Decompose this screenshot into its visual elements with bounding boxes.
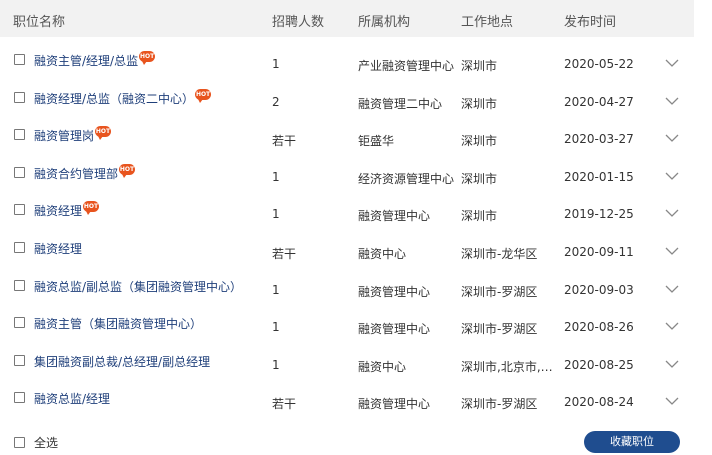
- job-date: 2020-08-26: [564, 320, 634, 335]
- job-count: 1: [272, 57, 280, 71]
- job-location: 深圳市: [461, 209, 498, 224]
- row-checkbox[interactable]: [14, 279, 25, 291]
- save-jobs-button[interactable]: 收藏职位: [584, 431, 680, 453]
- row-checkbox[interactable]: [14, 166, 25, 178]
- job-date: 2020-08-24: [564, 395, 634, 410]
- job-title-link[interactable]: 融资合约管理部 HOT: [34, 163, 136, 182]
- job-date: 2020-09-03: [564, 282, 634, 297]
- job-title-link[interactable]: 融资主管/经理/总监 HOT: [34, 51, 156, 69]
- header-count: 招聘人数: [272, 15, 325, 30]
- header-title: 职位名称: [13, 15, 66, 30]
- job-count: 若干: [272, 134, 297, 149]
- job-date: 2020-04-27: [564, 94, 634, 109]
- job-org: 经济资源管理中心: [358, 171, 455, 186]
- hot-badge: HOT: [139, 51, 156, 65]
- row-checkbox[interactable]: [14, 204, 25, 216]
- job-title-link[interactable]: 集团融资副总裁/总经理/副总经理: [34, 353, 210, 370]
- job-count: 1: [272, 207, 280, 222]
- job-count: 1: [272, 357, 280, 372]
- job-org: 融资中心: [358, 247, 407, 261]
- table-row: 集团融资副总裁/总经理/副总经理 1 融资中心 深圳市,北京市,上... 2020-08…: [0, 345, 694, 383]
- job-title-link[interactable]: 融资管理岗 HOT: [34, 126, 112, 144]
- job-location: 深圳市-罗湖区: [461, 322, 538, 337]
- table-header: 职位名称 招聘人数 所属机构 工作地点 发布时间: [0, 0, 694, 37]
- table-row: 融资主管（集团融资管理中心） 1 融资管理中心 深圳市-罗湖区 2020-08-26: [0, 307, 694, 345]
- job-date: 2020-01-15: [564, 169, 634, 184]
- job-count: 1: [272, 169, 280, 184]
- job-location: 深圳市-罗湖区: [461, 397, 538, 412]
- hot-badge: HOT: [83, 201, 100, 216]
- hot-badge: HOT: [119, 163, 136, 178]
- job-org: 钜盛华: [358, 134, 395, 149]
- row-checkbox[interactable]: [14, 91, 25, 103]
- job-org: 融资管理中心: [358, 397, 431, 412]
- chevron-down-icon[interactable]: [665, 396, 679, 406]
- header-org: 所属机构: [358, 15, 411, 30]
- table-row: 融资经理 若干 融资中心 深圳市-龙华区 2020-09-11: [0, 232, 694, 270]
- job-location: 深圳市: [461, 171, 498, 186]
- job-count: 若干: [272, 247, 297, 261]
- job-title-link[interactable]: 融资总监/经理: [34, 390, 110, 407]
- table-row: 融资总监/副总监（集团融资管理中心） 1 融资管理中心 深圳市-罗湖区 2020-09-…: [0, 270, 694, 308]
- row-checkbox[interactable]: [14, 242, 25, 253]
- job-title-link[interactable]: 融资经理/总监（融资二中心） HOT: [34, 88, 212, 107]
- select-all-label: 全选: [34, 436, 59, 450]
- job-location: 深圳市: [461, 59, 498, 73]
- job-title-link[interactable]: 融资经理 HOT: [34, 201, 100, 219]
- chevron-down-icon[interactable]: [665, 321, 679, 331]
- row-checkbox[interactable]: [14, 354, 25, 366]
- job-count: 若干: [272, 397, 297, 412]
- row-checkbox[interactable]: [14, 317, 25, 329]
- chevron-down-icon[interactable]: [665, 133, 679, 143]
- hot-badge: HOT: [195, 88, 212, 103]
- table-row: 融资管理岗 HOT 若干 钜盛华 深圳市 2020-03-27: [0, 119, 694, 157]
- job-location: 深圳市: [461, 134, 498, 149]
- chevron-down-icon[interactable]: [665, 208, 679, 218]
- job-count: 1: [272, 282, 280, 297]
- chevron-down-icon[interactable]: [665, 246, 679, 256]
- job-date: 2020-09-11: [564, 245, 634, 259]
- job-org: 融资管理中心: [358, 209, 431, 224]
- job-title-link[interactable]: 融资经理: [34, 240, 82, 257]
- job-location: 深圳市: [461, 96, 498, 111]
- chevron-down-icon[interactable]: [665, 284, 679, 294]
- job-location: 深圳市-罗湖区: [461, 284, 538, 299]
- table-row: 融资经理/总监（融资二中心） HOT 2 融资管理二中心 深圳市 2020-04-27: [0, 82, 694, 120]
- job-location: 深圳市,北京市,上...: [461, 359, 562, 374]
- job-org: 产业融资管理中心: [358, 59, 455, 73]
- job-title-link[interactable]: 融资主管（集团融资管理中心）: [34, 315, 202, 332]
- row-checkbox[interactable]: [14, 392, 25, 404]
- table-row: 融资总监/经理 若干 融资管理中心 深圳市-罗湖区 2020-08-24: [0, 382, 694, 420]
- row-checkbox[interactable]: [14, 54, 25, 65]
- chevron-down-icon[interactable]: [665, 58, 679, 68]
- chevron-down-icon[interactable]: [665, 96, 679, 106]
- table-row: 融资经理 HOT 1 融资管理中心 深圳市 2019-12-25: [0, 194, 694, 232]
- hot-badge: HOT: [95, 126, 112, 141]
- job-date: 2020-05-22: [564, 57, 634, 71]
- table-row: 融资合约管理部 HOT 1 经济资源管理中心 深圳市 2020-01-15: [0, 157, 694, 195]
- job-org: 融资管理二中心: [358, 96, 443, 111]
- job-org: 融资管理中心: [358, 322, 431, 337]
- job-date: 2019-12-25: [564, 207, 634, 222]
- table-row: 融资主管/经理/总监 HOT 1 产业融资管理中心 深圳市 2020-05-22: [0, 44, 694, 82]
- job-count: 1: [272, 320, 280, 335]
- job-date: 2020-03-27: [564, 132, 634, 147]
- job-date: 2020-08-25: [564, 357, 634, 372]
- chevron-down-icon[interactable]: [665, 359, 679, 369]
- select-all-checkbox[interactable]: [14, 437, 25, 448]
- job-location: 深圳市-龙华区: [461, 247, 538, 261]
- job-org: 融资管理中心: [358, 284, 431, 299]
- job-org: 融资中心: [358, 359, 407, 374]
- row-checkbox[interactable]: [14, 129, 25, 141]
- job-count: 2: [272, 94, 280, 109]
- header-location: 工作地点: [461, 15, 514, 30]
- header-date: 发布时间: [564, 15, 617, 30]
- chevron-down-icon[interactable]: [665, 171, 679, 181]
- job-title-link[interactable]: 融资总监/副总监（集团融资管理中心）: [34, 278, 242, 295]
